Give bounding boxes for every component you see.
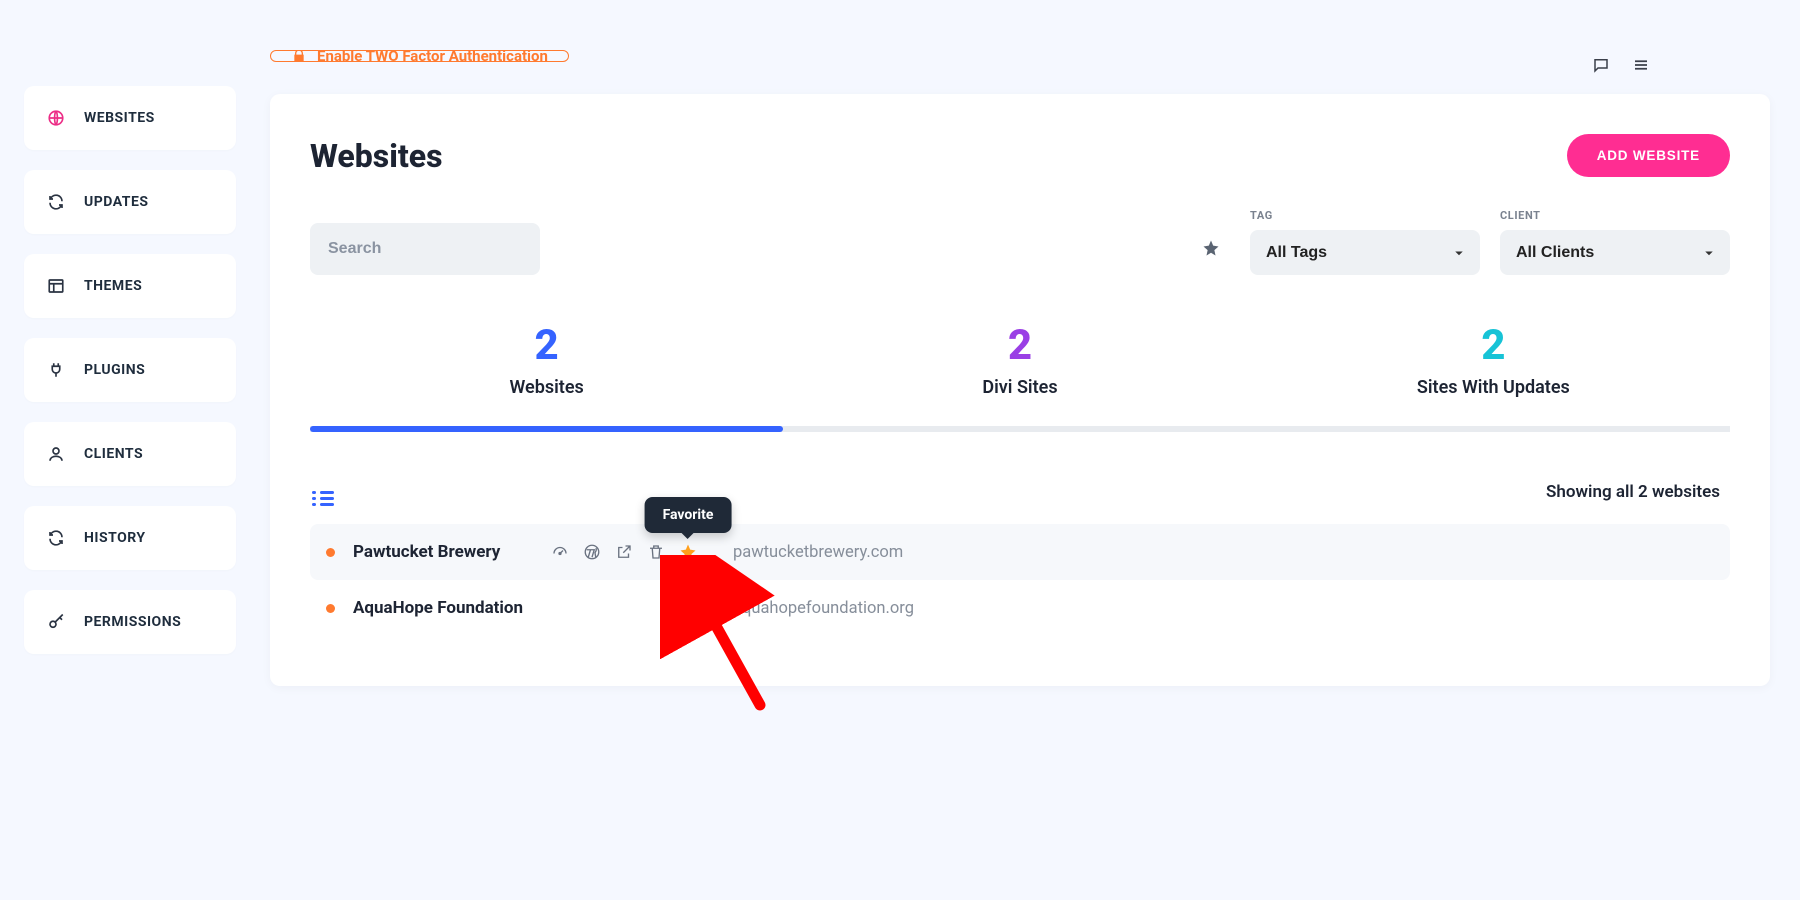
list-view-toggle[interactable] (320, 483, 340, 501)
menu-icon[interactable] (1632, 56, 1650, 78)
wordpress-icon[interactable] (583, 543, 601, 561)
history-icon (46, 528, 66, 548)
client-filter-label: CLIENT (1500, 209, 1730, 222)
stat-label: Sites With Updates (1257, 377, 1730, 398)
lock-icon (291, 50, 307, 62)
tag-filter: TAG All Tags (1250, 209, 1480, 275)
dashboard-icon[interactable] (551, 543, 569, 561)
websites-card: Websites ADD WEBSITE TAG All Tags CLIENT (270, 94, 1770, 686)
layout-icon (46, 276, 66, 296)
refresh-icon (46, 192, 66, 212)
sidebar-item-themes[interactable]: THEMES (24, 254, 236, 318)
table-row[interactable]: AquaHope Foundation aquahopefoundation.o… (310, 580, 1730, 636)
stats-tabs: 2 Websites 2 Divi Sites 2 Sites With Upd… (310, 325, 1730, 432)
status-dot (326, 604, 335, 613)
sidebar-item-label: UPDATES (84, 194, 148, 210)
star-icon[interactable]: Favorite (679, 543, 697, 561)
user-icon (46, 444, 66, 464)
stat-label: Divi Sites (783, 377, 1256, 398)
sidebar-item-clients[interactable]: CLIENTS (24, 422, 236, 486)
sidebar-item-plugins[interactable]: PLUGINS (24, 338, 236, 402)
sidebar-item-websites[interactable]: WEBSITES (24, 86, 236, 150)
chat-icon[interactable] (1592, 56, 1610, 78)
stat-value: 2 (310, 325, 783, 367)
showing-count: Showing all 2 websites (1546, 482, 1720, 502)
stat-websites[interactable]: 2 Websites (310, 325, 783, 426)
site-url: pawtucketbrewery.com (733, 543, 903, 562)
site-url: aquahopefoundation.org (733, 599, 914, 618)
stat-updates[interactable]: 2 Sites With Updates (1257, 325, 1730, 426)
external-link-icon[interactable] (615, 543, 633, 561)
sidebar-item-label: PERMISSIONS (84, 614, 181, 630)
site-name: AquaHope Foundation (353, 598, 533, 618)
stat-value: 2 (1257, 325, 1730, 367)
tag-filter-label: TAG (1250, 209, 1480, 222)
stat-divi-sites[interactable]: 2 Divi Sites (783, 325, 1256, 426)
tag-select[interactable]: All Tags (1250, 230, 1480, 275)
add-website-button[interactable]: ADD WEBSITE (1567, 134, 1730, 177)
sidebar-item-label: HISTORY (84, 530, 146, 546)
alert-label: Enable TWO Factor Authentication (317, 50, 548, 62)
row-actions: Favorite (551, 543, 697, 561)
client-select[interactable]: All Clients (1500, 230, 1730, 275)
site-name: Pawtucket Brewery (353, 542, 533, 562)
topbar-icons (1592, 56, 1650, 78)
sidebar: WEBSITES UPDATES THEMES PLUGINS CLIENTS (0, 62, 260, 686)
sidebar-item-label: THEMES (84, 278, 142, 294)
filters: TAG All Tags CLIENT All Clients (310, 209, 1730, 275)
website-rows: Pawtucket Brewery Favorite pawtucketbrew… (310, 524, 1730, 636)
sidebar-item-label: CLIENTS (84, 446, 143, 462)
favorites-filter-icon[interactable] (1202, 239, 1220, 261)
grid-view-toggle[interactable] (354, 483, 374, 501)
client-filter: CLIENT All Clients (1500, 209, 1730, 275)
key-icon (46, 612, 66, 632)
list-header: Showing all 2 websites (310, 482, 1730, 502)
stat-value: 2 (783, 325, 1256, 367)
stat-label: Websites (310, 377, 783, 398)
plug-icon (46, 360, 66, 380)
table-row[interactable]: Pawtucket Brewery Favorite pawtucketbrew… (310, 524, 1730, 580)
trash-icon[interactable] (647, 543, 665, 561)
favorite-tooltip: Favorite (645, 497, 732, 533)
sidebar-item-updates[interactable]: UPDATES (24, 170, 236, 234)
sidebar-item-permissions[interactable]: PERMISSIONS (24, 590, 236, 654)
sidebar-item-label: PLUGINS (84, 362, 145, 378)
status-dot (326, 548, 335, 557)
page-title: Websites (310, 137, 443, 175)
two-factor-alert[interactable]: Enable TWO Factor Authentication (270, 50, 569, 62)
active-tab-indicator (310, 426, 783, 432)
globe-icon (46, 108, 66, 128)
sidebar-item-label: WEBSITES (84, 110, 155, 126)
search-input[interactable] (310, 223, 540, 275)
main: Enable TWO Factor Authentication Website… (260, 62, 1800, 686)
sidebar-item-history[interactable]: HISTORY (24, 506, 236, 570)
